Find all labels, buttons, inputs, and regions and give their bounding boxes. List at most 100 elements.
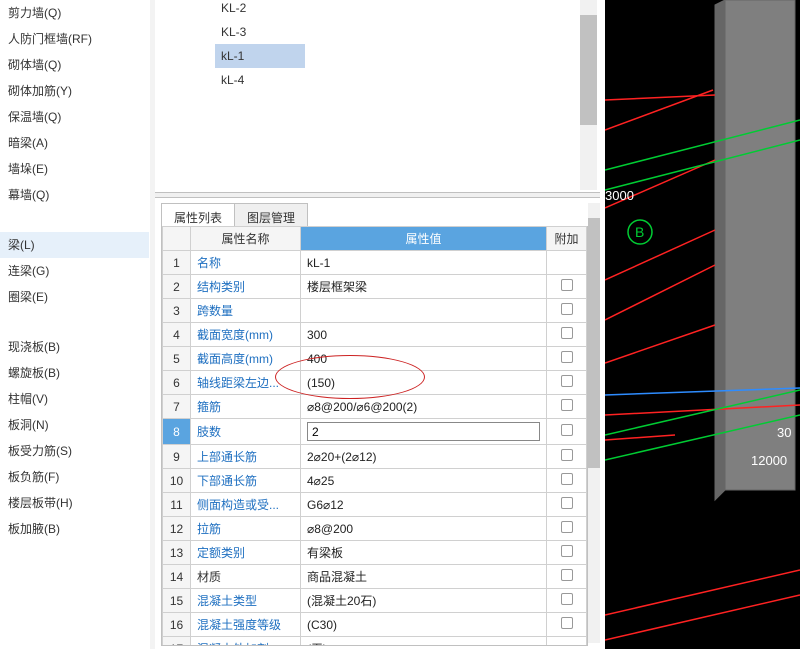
attr-value-cell[interactable]: 有梁板: [301, 541, 547, 565]
beam-item-kl1[interactable]: kL-1: [215, 44, 305, 68]
3d-viewport[interactable]: B 3000 30 12000: [605, 0, 800, 649]
checkbox-icon[interactable]: [561, 617, 573, 629]
attr-name-cell[interactable]: 截面宽度(mm): [191, 323, 301, 347]
attr-extra-cell[interactable]: [547, 565, 587, 589]
sidebar-item-insulwall[interactable]: 保温墙(Q): [0, 104, 149, 130]
table-row[interactable]: 16混凝土强度等级(C30): [163, 613, 587, 637]
attr-name-cell[interactable]: 箍筋: [191, 395, 301, 419]
rownum-cell[interactable]: 13: [163, 541, 191, 565]
header-name[interactable]: 属性名称: [191, 227, 301, 251]
table-row[interactable]: 2结构类别楼层框架梁: [163, 275, 587, 299]
table-row[interactable]: 7箍筋⌀8@200/⌀6@200(2): [163, 395, 587, 419]
sidebar-item-cap[interactable]: 柱帽(V): [0, 386, 149, 412]
attr-name-cell[interactable]: 侧面构造或受...: [191, 493, 301, 517]
rownum-cell[interactable]: 1: [163, 251, 191, 275]
attr-name-cell[interactable]: 下部通长筋: [191, 469, 301, 493]
attr-value-cell[interactable]: 300: [301, 323, 547, 347]
attr-name-cell[interactable]: 名称: [191, 251, 301, 275]
attr-extra-cell[interactable]: [547, 371, 587, 395]
sidebar-item-wallpier[interactable]: 墙垛(E): [0, 156, 149, 182]
sidebar-item-rf[interactable]: 人防门框墙(RF): [0, 26, 149, 52]
attr-value-cell[interactable]: ⌀8@200/⌀6@200(2): [301, 395, 547, 419]
checkbox-icon[interactable]: [561, 569, 573, 581]
rownum-cell[interactable]: 5: [163, 347, 191, 371]
list-scrollbar[interactable]: [580, 0, 597, 190]
attr-value-cell[interactable]: 商品混凝土: [301, 565, 547, 589]
attr-value-cell[interactable]: kL-1: [301, 251, 547, 275]
table-row[interactable]: 1名称kL-1: [163, 251, 587, 275]
attr-extra-cell[interactable]: [547, 251, 587, 275]
table-row[interactable]: 8肢数: [163, 419, 587, 445]
attr-extra-cell[interactable]: [547, 347, 587, 371]
sidebar-item-slab[interactable]: 现浇板(B): [0, 334, 149, 360]
checkbox-icon[interactable]: [561, 497, 573, 509]
checkbox-icon[interactable]: [561, 545, 573, 557]
sidebar-item-masonrywall[interactable]: 砌体墙(Q): [0, 52, 149, 78]
attr-extra-cell[interactable]: [547, 493, 587, 517]
attr-value-cell[interactable]: [301, 299, 547, 323]
rownum-cell[interactable]: 2: [163, 275, 191, 299]
divider-horizontal[interactable]: [155, 192, 600, 198]
attr-value-input[interactable]: [307, 422, 540, 441]
checkbox-icon[interactable]: [561, 424, 573, 436]
attr-value-cell[interactable]: 楼层框架梁: [301, 275, 547, 299]
table-row[interactable]: 15混凝土类型(混凝土20石): [163, 589, 587, 613]
checkbox-icon[interactable]: [561, 449, 573, 461]
attr-extra-cell[interactable]: [547, 419, 587, 445]
attr-value-cell[interactable]: G6⌀12: [301, 493, 547, 517]
attr-value-cell[interactable]: (C30): [301, 613, 547, 637]
attr-name-cell[interactable]: 肢数: [191, 419, 301, 445]
sidebar-item-opening[interactable]: 板洞(N): [0, 412, 149, 438]
sidebar-item-curtainwall[interactable]: 幕墙(Q): [0, 182, 149, 208]
attr-name-cell[interactable]: 轴线距梁左边...: [191, 371, 301, 395]
attr-extra-cell[interactable]: [547, 395, 587, 419]
attr-value-cell[interactable]: 400: [301, 347, 547, 371]
attr-name-cell[interactable]: 结构类别: [191, 275, 301, 299]
rownum-cell[interactable]: 9: [163, 445, 191, 469]
attr-name-cell[interactable]: 拉筋: [191, 517, 301, 541]
header-value[interactable]: 属性值: [301, 227, 547, 251]
attr-extra-cell[interactable]: [547, 637, 587, 647]
attr-name-cell[interactable]: 跨数量: [191, 299, 301, 323]
attr-table-wrap[interactable]: 属性名称 属性值 附加 1名称kL-12结构类别楼层框架梁3跨数量4截面宽度(m…: [161, 226, 588, 646]
header-rownum[interactable]: [163, 227, 191, 251]
rownum-cell[interactable]: 17: [163, 637, 191, 647]
attr-name-cell[interactable]: 定额类别: [191, 541, 301, 565]
table-row[interactable]: 11侧面构造或受...G6⌀12: [163, 493, 587, 517]
sidebar-item-hiddenbeam[interactable]: 暗梁(A): [0, 130, 149, 156]
rownum-cell[interactable]: 6: [163, 371, 191, 395]
rownum-cell[interactable]: 7: [163, 395, 191, 419]
checkbox-icon[interactable]: [561, 303, 573, 315]
sidebar-item-slabrebar[interactable]: 板受力筋(S): [0, 438, 149, 464]
table-row[interactable]: 5截面高度(mm)400: [163, 347, 587, 371]
table-row[interactable]: 13定额类别有梁板: [163, 541, 587, 565]
checkbox-icon[interactable]: [561, 375, 573, 387]
list-scrollbar-thumb[interactable]: [580, 15, 597, 125]
table-row[interactable]: 3跨数量: [163, 299, 587, 323]
attr-name-cell[interactable]: 上部通长筋: [191, 445, 301, 469]
attr-extra-cell[interactable]: [547, 445, 587, 469]
checkbox-icon[interactable]: [561, 521, 573, 533]
attr-value-cell[interactable]: 2⌀20+(2⌀12): [301, 445, 547, 469]
attr-extra-cell[interactable]: [547, 517, 587, 541]
table-row[interactable]: 12拉筋⌀8@200: [163, 517, 587, 541]
table-row[interactable]: 9上部通长筋2⌀20+(2⌀12): [163, 445, 587, 469]
checkbox-icon[interactable]: [561, 399, 573, 411]
checkbox-icon[interactable]: [561, 351, 573, 363]
sidebar-item-spiralslab[interactable]: 螺旋板(B): [0, 360, 149, 386]
attr-scrollbar-thumb[interactable]: [588, 218, 600, 468]
table-row[interactable]: 17混凝土外加剂(无): [163, 637, 587, 647]
attr-name-cell[interactable]: 材质: [191, 565, 301, 589]
rownum-cell[interactable]: 14: [163, 565, 191, 589]
sidebar-item-beam[interactable]: 梁(L): [0, 232, 149, 258]
rownum-cell[interactable]: 12: [163, 517, 191, 541]
attr-scrollbar[interactable]: [588, 203, 600, 643]
rownum-cell[interactable]: 10: [163, 469, 191, 493]
table-row[interactable]: 14材质商品混凝土: [163, 565, 587, 589]
attr-extra-cell[interactable]: [547, 323, 587, 347]
table-row[interactable]: 10下部通长筋4⌀25: [163, 469, 587, 493]
beam-item-kl4[interactable]: kL-4: [215, 68, 305, 92]
rownum-cell[interactable]: 15: [163, 589, 191, 613]
checkbox-icon[interactable]: [561, 593, 573, 605]
checkbox-icon[interactable]: [561, 327, 573, 339]
